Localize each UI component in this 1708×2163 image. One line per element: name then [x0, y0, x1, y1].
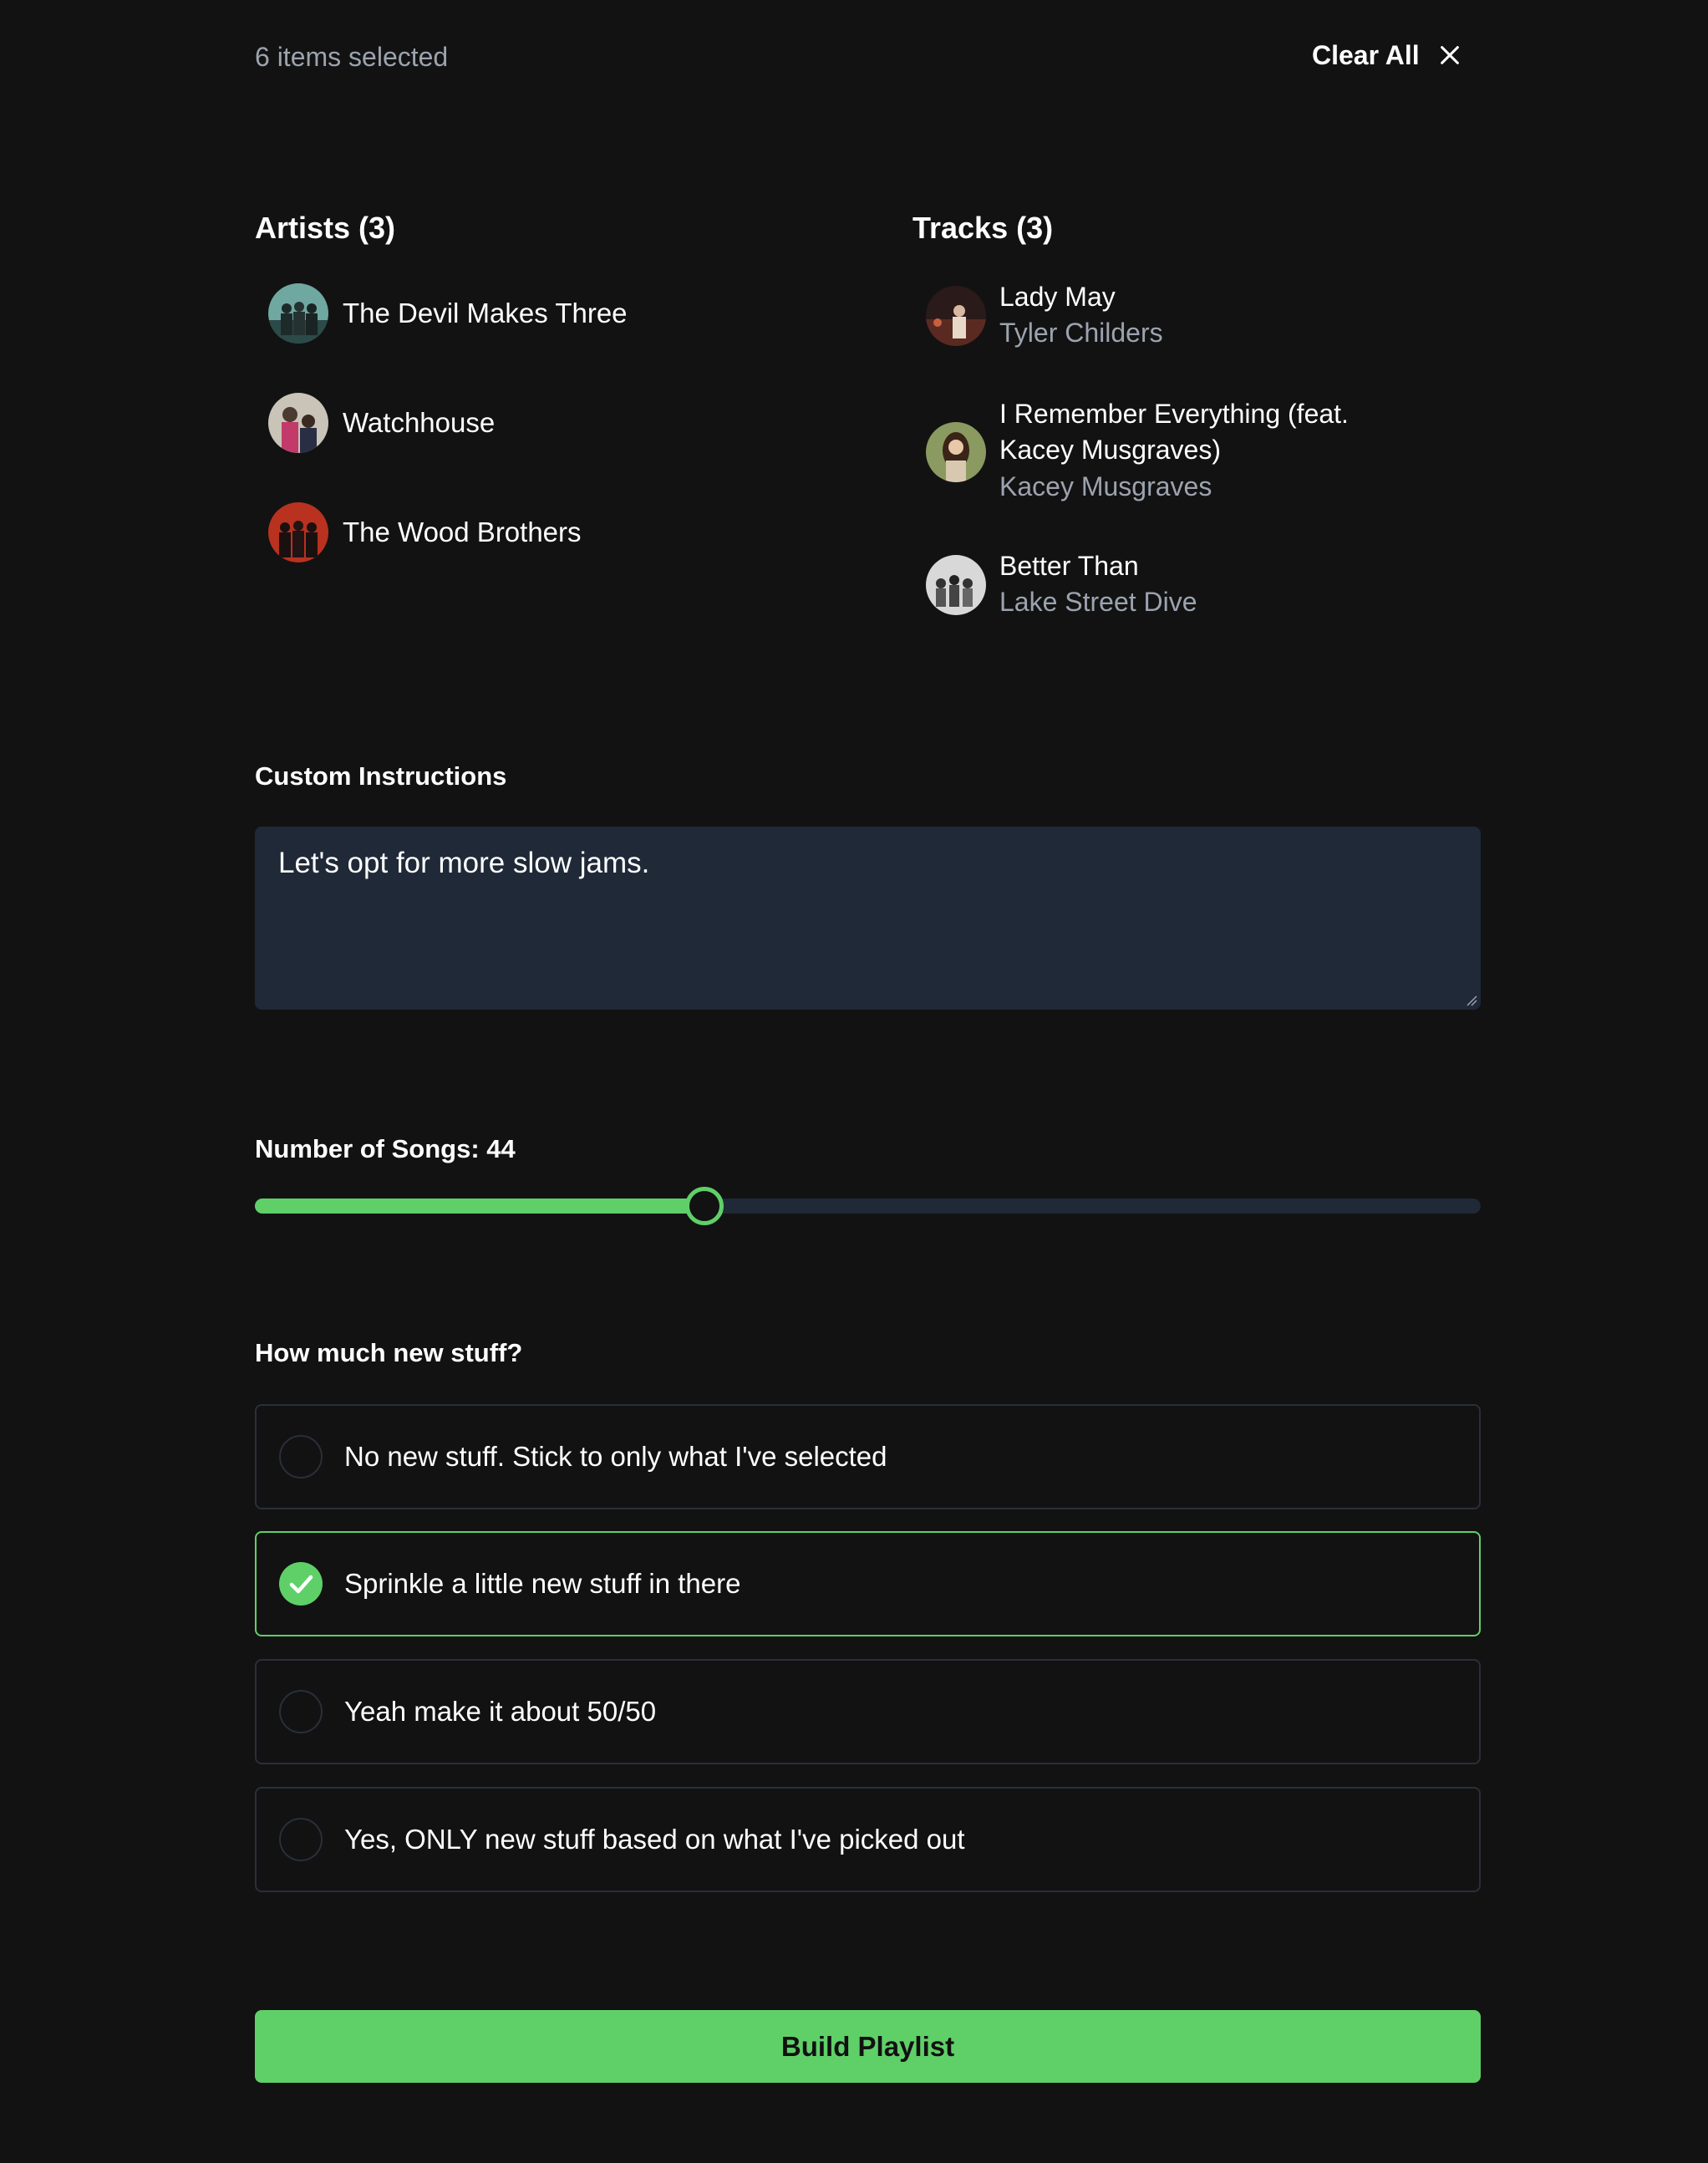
artist-avatar — [268, 283, 328, 344]
artist-name: Watchhouse — [343, 407, 496, 438]
close-icon — [1440, 46, 1459, 64]
track-artist: Kacey Musgraves — [999, 471, 1212, 501]
new-stuff-option-selected[interactable]: Sprinkle a little new stuff in there — [255, 1531, 1481, 1636]
build-playlist-button[interactable]: Build Playlist — [255, 2010, 1481, 2083]
track-title: Lady May — [999, 282, 1116, 312]
custom-instructions-value: Let's opt for more slow jams. — [278, 847, 650, 879]
track-artist: Tyler Childers — [999, 318, 1163, 348]
artists-heading: Artists (3) — [255, 211, 396, 245]
clear-all-button[interactable]: Clear All — [1312, 37, 1461, 74]
song-count-slider[interactable] — [255, 1187, 1481, 1225]
song-count-label: Number of Songs: 44 — [255, 1134, 516, 1163]
track-artist: Lake Street Dive — [999, 587, 1197, 617]
artist-name: The Wood Brothers — [343, 517, 582, 547]
artist-avatar — [268, 502, 328, 562]
clear-all-label: Clear All — [1312, 40, 1420, 70]
new-stuff-option[interactable]: Yeah make it about 50/50 — [255, 1659, 1481, 1764]
option-label: No new stuff. Stick to only what I've se… — [344, 1441, 887, 1472]
new-stuff-option[interactable]: Yes, ONLY new stuff based on what I've p… — [255, 1787, 1481, 1892]
new-stuff-option[interactable]: No new stuff. Stick to only what I've se… — [255, 1404, 1481, 1509]
option-label: Yes, ONLY new stuff based on what I've p… — [344, 1824, 965, 1855]
track-title-line1: I Remember Everything (feat. — [999, 399, 1349, 429]
track-cover — [926, 422, 986, 482]
track-cover — [926, 555, 986, 615]
radio-button-checked[interactable] — [279, 1562, 323, 1606]
track-title-line2: Kacey Musgraves) — [999, 435, 1221, 465]
radio-button[interactable] — [279, 1818, 323, 1861]
custom-instructions-textarea[interactable]: Let's opt for more slow jams. — [255, 827, 1481, 1010]
option-label: Sprinkle a little new stuff in there — [344, 1568, 741, 1599]
check-icon — [289, 1575, 313, 1594]
slider-thumb[interactable] — [685, 1187, 724, 1225]
slider-fill — [255, 1199, 705, 1214]
track-title: Better Than — [999, 551, 1139, 581]
selected-count: 6 items selected — [255, 42, 449, 72]
track-cover — [926, 286, 986, 346]
resize-grip-icon[interactable] — [1464, 993, 1477, 1006]
option-label: Yeah make it about 50/50 — [344, 1696, 657, 1727]
custom-instructions-label: Custom Instructions — [255, 761, 507, 791]
artist-avatar — [268, 393, 328, 453]
tracks-heading: Tracks (3) — [912, 211, 1054, 245]
radio-button[interactable] — [279, 1690, 323, 1733]
radio-button[interactable] — [279, 1435, 323, 1478]
artist-name: The Devil Makes Three — [343, 298, 628, 328]
build-playlist-label: Build Playlist — [780, 2030, 955, 2062]
new-stuff-label: How much new stuff? — [255, 1338, 523, 1367]
